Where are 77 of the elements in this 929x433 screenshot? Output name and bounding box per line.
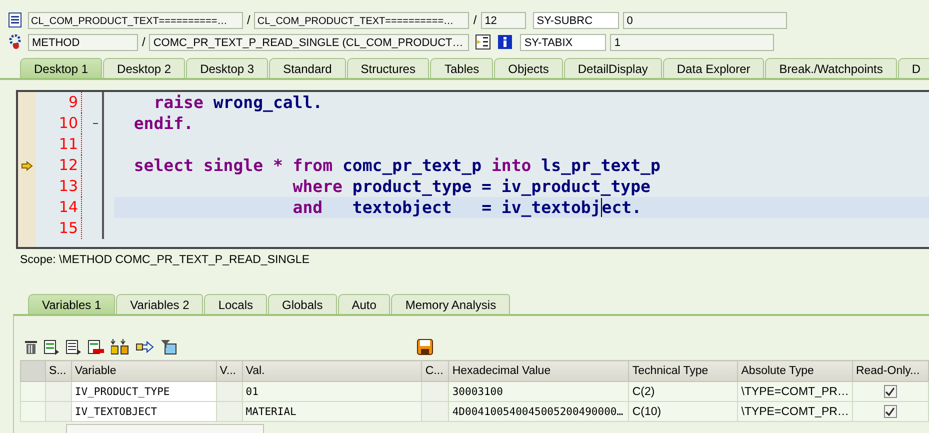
variables-tab[interactable]: Memory Analysis	[391, 294, 510, 314]
variables-tab[interactable]: Globals	[268, 294, 337, 314]
table-cell: IV_PRODUCT_TYPE	[71, 382, 216, 402]
table-cell: IV_TEXTOBJECT	[71, 402, 216, 422]
line-number: 9	[36, 92, 82, 113]
desktop-tab[interactable]: Desktop 1	[20, 58, 102, 78]
column-header[interactable]: S...	[45, 360, 72, 382]
desktop-tab[interactable]: Desktop 3	[186, 58, 268, 78]
table-cell: 30003100	[448, 382, 629, 402]
column-header[interactable]: Hexadecimal Value	[448, 360, 629, 382]
filter-icon[interactable]	[161, 340, 177, 354]
table-cell: 01	[242, 382, 422, 402]
program-field[interactable]: CL_COM_PRODUCT_TEXT==========…	[28, 12, 243, 28]
line-number: 11	[36, 134, 82, 155]
code-line: raise wrong_call.	[152, 93, 323, 112]
table-cell: \TYPE=COMT_PR…	[738, 382, 852, 402]
column-header[interactable]: Technical Type	[628, 360, 738, 382]
variables-tab[interactable]: Variables 2	[116, 294, 204, 314]
desktop-tab[interactable]: Break./Watchpoints	[765, 58, 897, 78]
desktop-tab[interactable]: D	[898, 58, 929, 78]
table-cell: C(10)	[628, 402, 738, 422]
desktop-tab[interactable]: DetailDisplay	[564, 58, 662, 78]
table-cell: 4D004100540045005200490000…	[448, 402, 629, 422]
list-icon[interactable]	[475, 34, 492, 50]
trash-icon[interactable]	[25, 340, 37, 354]
desktop-tab[interactable]: Data Explorer	[662, 58, 764, 78]
checkbox[interactable]	[884, 385, 897, 398]
line-number: 14	[36, 197, 82, 218]
table-cell: MATERIAL	[242, 402, 422, 422]
desktop-tab[interactable]: Desktop 2	[103, 58, 186, 78]
variables-tab[interactable]: Locals	[204, 294, 267, 314]
code-line: and textobject = iv_textobj ect.	[292, 198, 642, 217]
desktop-tab[interactable]: Objects	[494, 58, 563, 78]
column-header[interactable]: V...	[216, 360, 242, 382]
line-number: 13	[36, 176, 82, 197]
separator-text: /	[247, 13, 250, 27]
variables-tab[interactable]: Auto	[338, 294, 390, 314]
arrows-down-icon[interactable]	[111, 339, 129, 355]
gear-icon[interactable]	[8, 34, 22, 50]
line-field[interactable]: 12	[480, 12, 526, 28]
desktop-tab[interactable]: Tables	[430, 58, 494, 78]
code-line: endif.	[132, 114, 194, 133]
column-header[interactable]: C...	[422, 360, 449, 382]
include-field[interactable]: CL_COM_PRODUCT_TEXT==========…	[254, 12, 470, 28]
horizontal-scrollbar[interactable]	[66, 424, 264, 433]
line-number: 10	[36, 113, 82, 134]
fold-marker[interactable]	[93, 123, 98, 124]
column-header[interactable]: Val.	[242, 360, 422, 382]
system-field-label: SY-SUBRC	[532, 12, 619, 28]
system-field-value[interactable]: 0	[622, 12, 787, 28]
variables-tab[interactable]: Variables 1	[28, 294, 116, 314]
table-cell: \TYPE=COMT_PR…	[738, 402, 852, 422]
checkbox[interactable]	[884, 405, 897, 418]
desktop-tab[interactable]: Standard	[269, 58, 346, 78]
document-icon[interactable]	[8, 12, 22, 28]
column-header[interactable]: Read-Only...	[852, 360, 928, 382]
table-icon[interactable]	[44, 340, 59, 354]
column-header[interactable]: Absolute Type	[738, 360, 852, 382]
system-field-value[interactable]: 1	[610, 34, 774, 50]
event-field[interactable]: COMC_PR_TEXT_P_READ_SINGLE (CL_COM_PRODUCT…	[149, 34, 470, 50]
scope-text: Scope: \METHOD COMC_PR_TEXT_P_READ_SINGLE	[20, 254, 310, 266]
code-line: select single * from comc_pr_text_p into ls_pr_text_p	[132, 156, 660, 175]
event-type-field[interactable]: METHOD	[28, 34, 138, 50]
save-icon[interactable]	[417, 339, 433, 355]
code-line: where product_type = iv_product_type	[292, 177, 650, 196]
desktop-tab[interactable]: Structures	[346, 58, 430, 78]
remove-row-icon[interactable]	[88, 340, 104, 354]
line-number: 12	[36, 155, 82, 176]
separator-text: /	[142, 35, 146, 49]
column-header[interactable]: Variable	[71, 360, 216, 382]
line-number: 15	[36, 218, 82, 239]
document-icon[interactable]	[66, 340, 81, 354]
separator-text: /	[473, 13, 477, 27]
table-cell: C(2)	[628, 382, 738, 402]
info-icon[interactable]	[497, 34, 514, 50]
system-field-label: SY-TABIX	[520, 34, 606, 50]
arrow-right-icon[interactable]	[136, 340, 154, 354]
